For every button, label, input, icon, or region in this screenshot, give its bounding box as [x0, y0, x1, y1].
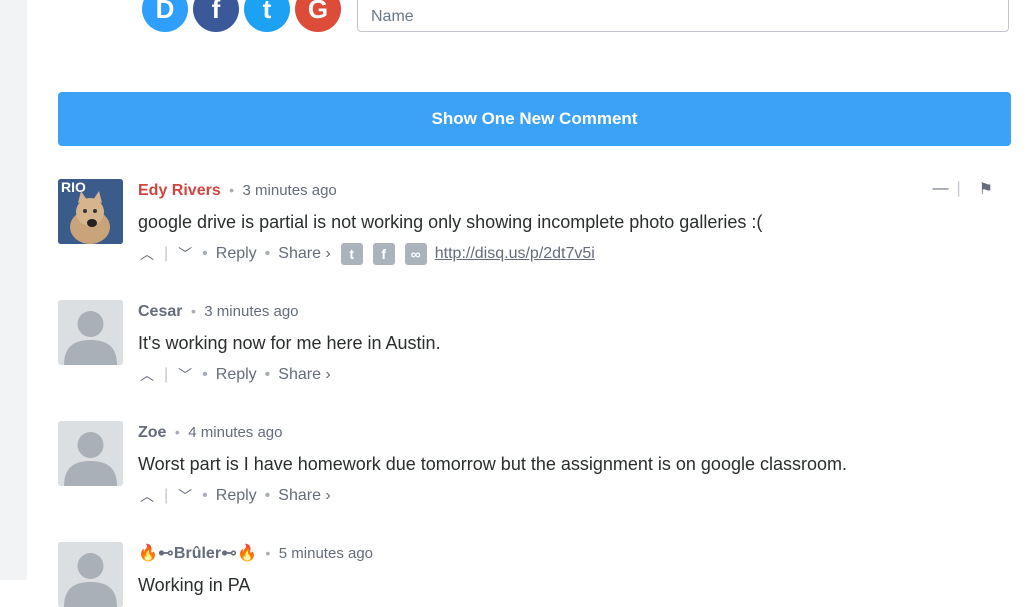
twitter-icon[interactable]: t — [244, 0, 290, 32]
comment-header: Edy Rivers • 3 minutes ago — [138, 179, 1008, 201]
avatar[interactable] — [58, 421, 123, 486]
comment-footer: ︿ | ﹀ • Reply • Share › — [138, 485, 1008, 507]
separator-dot: • — [202, 366, 208, 383]
comment-message: google drive is partial is not working o… — [138, 212, 763, 232]
divider: | — [164, 366, 169, 383]
downvote-icon[interactable]: ﹀ — [176, 486, 194, 506]
facebook-share-icon[interactable]: f — [372, 243, 395, 265]
reply-link[interactable]: Reply — [216, 366, 257, 384]
timestamp[interactable]: 5 minutes ago — [279, 545, 373, 562]
upvote-icon[interactable]: ︿ — [138, 365, 156, 385]
timestamp[interactable]: 3 minutes ago — [243, 182, 337, 199]
divider: | — [164, 245, 169, 262]
author-name[interactable]: Edy Rivers — [138, 182, 221, 199]
reply-link[interactable]: Reply — [216, 245, 257, 263]
separator-dot: • — [265, 545, 271, 561]
divider: | — [956, 180, 961, 197]
separator-dot: • — [190, 303, 196, 319]
downvote-icon[interactable]: ﹀ — [176, 244, 194, 264]
avatar-image: RIO — [58, 179, 123, 244]
show-new-comment-button[interactable]: Show One New Comment — [58, 92, 1011, 146]
facebook-icon[interactable]: f — [193, 0, 239, 32]
flag-icon[interactable]: ⚑ — [979, 179, 993, 199]
comment-tools: — | ⚑ — [933, 179, 994, 199]
twitter-share-icon[interactable]: t — [340, 243, 363, 265]
separator-dot: • — [202, 245, 208, 262]
svg-text:RIO: RIO — [61, 179, 86, 195]
timestamp[interactable]: 3 minutes ago — [204, 303, 298, 320]
timestamp[interactable]: 4 minutes ago — [188, 424, 282, 441]
avatar[interactable] — [58, 300, 123, 365]
default-avatar-icon — [58, 421, 123, 486]
default-avatar-icon — [58, 300, 123, 365]
separator-dot: • — [264, 245, 271, 262]
author-name[interactable]: Cesar — [138, 303, 182, 320]
avatar[interactable]: RIO — [58, 179, 123, 244]
left-gutter — [0, 0, 27, 580]
separator-dot: • — [264, 487, 271, 504]
comment-message: It's working now for me here in Austin. — [138, 333, 441, 353]
author-name[interactable]: Zoe — [138, 424, 166, 441]
downvote-icon[interactable]: ﹀ — [176, 365, 194, 385]
link-icon[interactable]: ∞ — [404, 243, 427, 265]
name-input[interactable] — [357, 0, 1009, 32]
separator-dot: • — [202, 487, 208, 504]
comment-header: Zoe • 4 minutes ago — [138, 421, 1008, 443]
social-login-row: D f t G — [142, 0, 341, 32]
share-link[interactable]: Share › — [278, 366, 330, 384]
permalink[interactable]: http://disq.us/p/2dt7v5i — [435, 245, 595, 263]
comment-message: Worst part is I have homework due tomorr… — [138, 454, 847, 474]
upvote-icon[interactable]: ︿ — [138, 486, 156, 506]
divider: | — [164, 487, 169, 504]
comment-footer: ︿ | ﹀ • Reply • Share › t f ∞ http://dis… — [138, 243, 1008, 265]
share-link[interactable]: Share › — [278, 487, 330, 505]
separator-dot: • — [174, 424, 180, 440]
separator-dot: • — [229, 182, 235, 198]
collapse-icon[interactable]: — — [933, 180, 949, 198]
comment-header: 🔥⊷Brûler⊷🔥 • 5 minutes ago — [138, 542, 1008, 564]
upvote-icon[interactable]: ︿ — [138, 244, 156, 264]
reply-link[interactable]: Reply — [216, 487, 257, 505]
disqus-icon[interactable]: D — [142, 0, 188, 32]
share-link[interactable]: Share › — [278, 245, 330, 263]
comment-message: Working in PA — [138, 575, 251, 595]
author-name[interactable]: 🔥⊷Brûler⊷🔥 — [138, 545, 257, 562]
separator-dot: • — [264, 366, 271, 383]
comment-header: Cesar • 3 minutes ago — [138, 300, 1008, 322]
comment-footer: ︿ | ﹀ • Reply • Share › — [138, 364, 1008, 386]
google-icon[interactable]: G — [295, 0, 341, 32]
avatar[interactable] — [58, 542, 123, 607]
default-avatar-icon — [58, 542, 123, 607]
